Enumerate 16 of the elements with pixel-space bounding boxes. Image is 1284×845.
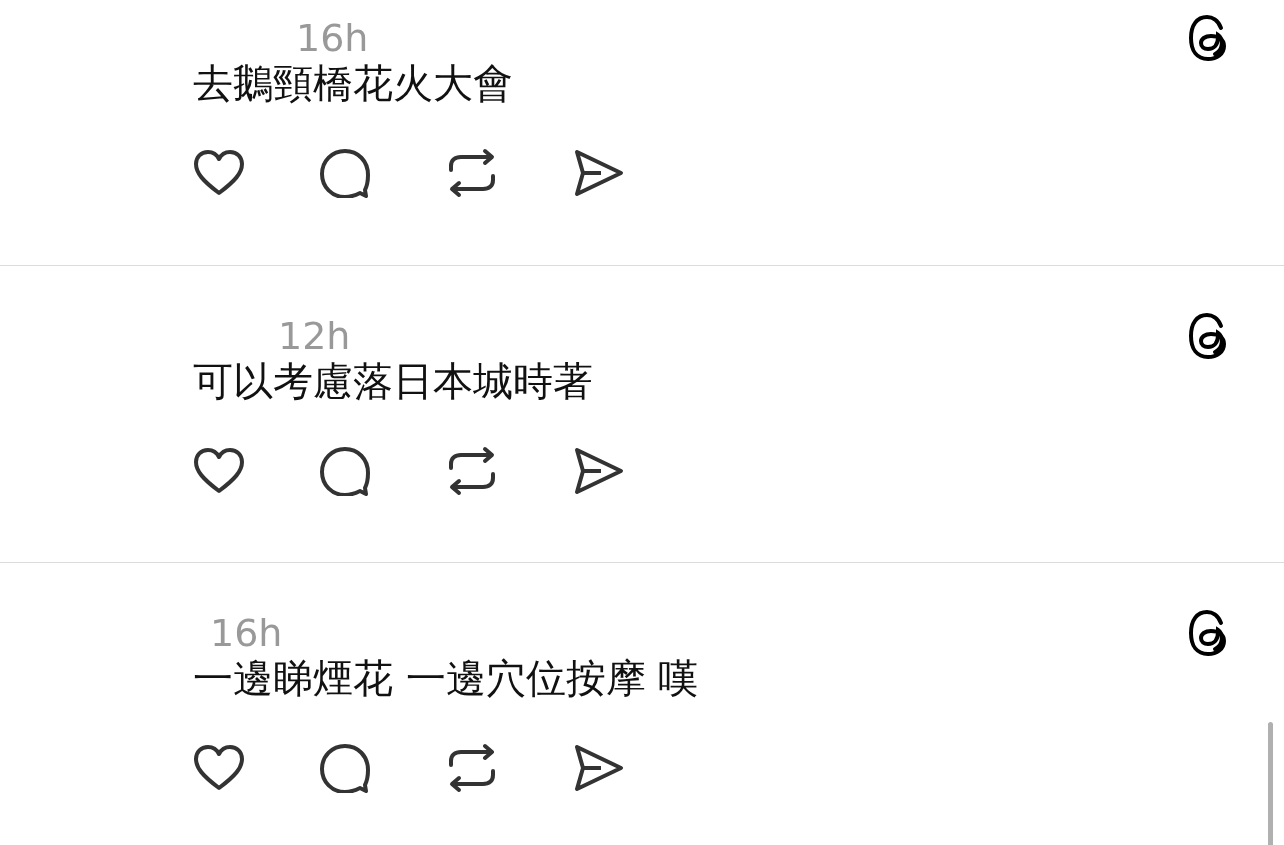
heart-icon[interactable]: [193, 744, 245, 792]
comment-icon[interactable]: [319, 743, 371, 793]
post-text: 一邊睇煙花 一邊穴位按摩 嘆: [193, 654, 700, 703]
post-text: 可以考慮落日本城時著: [193, 357, 594, 406]
send-icon[interactable]: [573, 743, 625, 793]
send-icon[interactable]: [573, 148, 625, 198]
post-time: 12h: [278, 314, 351, 358]
heart-icon[interactable]: [193, 447, 245, 495]
scrollbar[interactable]: [1268, 722, 1273, 845]
post-text: 去鵝頸橋花火大會: [193, 59, 514, 108]
post-time: 16h: [210, 611, 283, 655]
heart-icon[interactable]: [193, 149, 245, 197]
comment-icon[interactable]: [319, 148, 371, 198]
send-icon[interactable]: [573, 446, 625, 496]
post-time: 16h: [296, 16, 369, 60]
comment-icon[interactable]: [319, 446, 371, 496]
